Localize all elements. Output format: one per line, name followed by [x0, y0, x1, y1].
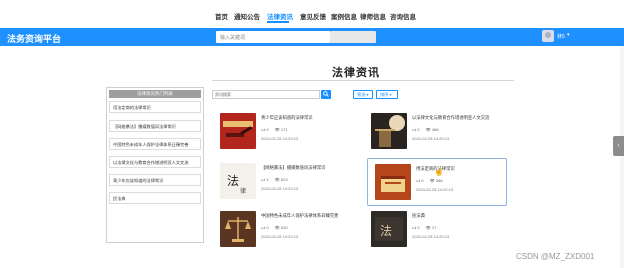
news-thumbnail[interactable]	[220, 211, 256, 247]
sidebar-item[interactable]: 青少年应该知道的法律常识	[109, 174, 201, 186]
news-thumbnail[interactable]	[371, 113, 407, 149]
news-card[interactable]: 中国特色未成年人保护法律体系日臻完善 👍︎ 0 👁︎ 510 2024-02-2…	[213, 206, 353, 254]
news-thumbnail[interactable]: 法	[371, 211, 407, 247]
sidebar-item[interactable]: 民法典	[109, 192, 201, 204]
news-card-date: 2024-02-28 14:20:13	[412, 136, 450, 141]
news-card[interactable]: 以法律文化与教育合作增进明亚人文交流 👍︎ 0 👁︎ 486 2024-02-2…	[364, 108, 504, 156]
like-count: 0	[421, 178, 424, 183]
news-thumbnail[interactable]	[375, 164, 411, 200]
svg-text:法: 法	[227, 174, 239, 188]
news-card-date: 2024-02-28 14:20:13	[261, 136, 299, 141]
nav-active-underline	[267, 21, 289, 23]
news-card-title[interactable]: 【网络暴法】播媒数值风法律常识	[261, 165, 325, 171]
sidebar-hot-list: 法律资讯热门列表 用法定商的法律常识 【网络暴法】播媒数值风法律常识 中国特色未…	[106, 87, 204, 243]
eye-icon: 👁︎	[425, 127, 431, 132]
news-card-date: 2024-02-28 14:20:13	[261, 186, 299, 191]
eye-icon: 👁︎	[425, 225, 431, 230]
like-icon: 👍︎	[416, 178, 421, 183]
news-card[interactable]: 法律 【网络暴法】播媒数值风法律常识 👍︎ 1 👁︎ 623 2024-02-2…	[213, 158, 353, 206]
eye-icon: 👁︎	[429, 178, 435, 183]
header-search-button[interactable]	[330, 31, 376, 43]
sidebar-item[interactable]: 以法律文化与教育合作增进明亚人文交流	[109, 156, 201, 168]
eye-icon: 👁︎	[274, 225, 280, 230]
like-count: 0	[417, 127, 420, 132]
news-card-date: 2024-02-28 14:20:13	[261, 234, 299, 239]
search-icon	[323, 91, 329, 97]
avatar[interactable]	[542, 30, 554, 42]
like-count: 0	[266, 127, 269, 132]
sidebar-item[interactable]: 中国特色未成年人保护法律体系日臻完善	[109, 138, 201, 150]
news-card[interactable]: 青少年应该知道的法律常识 👍︎ 0 👁︎ 171 2024-02-28 14:2…	[213, 108, 353, 156]
news-thumbnail[interactable]: 法律	[220, 163, 256, 199]
eye-icon: 👁︎	[274, 127, 280, 132]
title-divider	[212, 80, 514, 81]
sort-dropdown[interactable]: 排序 ▾	[376, 90, 398, 99]
nav-item-feedback[interactable]: 意见反馈	[300, 11, 326, 21]
news-card-date: 2024-02-28 14:20:13	[416, 187, 454, 192]
view-count: 510	[280, 225, 288, 230]
svg-text:律: 律	[240, 187, 246, 195]
like-icon: 👍︎	[261, 225, 266, 230]
sidebar-header: 法律资讯热门列表	[109, 90, 201, 98]
news-card-title[interactable]: 青少年应该知道的法律常识	[261, 115, 313, 121]
news-thumbnail[interactable]	[220, 113, 256, 149]
top-nav: 首页 通知公告 法律资讯 意见反馈 案例信息 律师信息 咨询信息	[0, 0, 624, 28]
nav-item-legal-news[interactable]: 法律资讯	[267, 11, 293, 21]
header-bar: 法务资询平台 输入关键词 林5 ▾	[0, 28, 624, 46]
view-count: 623	[280, 177, 288, 182]
user-name[interactable]: 林5	[557, 33, 565, 40]
header-search-input[interactable]: 输入关键词	[216, 31, 330, 43]
filter-dropdown[interactable]: 筛选 ▾	[353, 90, 373, 99]
watermark: CSDN @MZ_ZXD001	[516, 252, 595, 261]
like-count: 0	[417, 225, 420, 230]
nav-item-notices[interactable]: 通知公告	[234, 11, 260, 21]
brand-title[interactable]: 法务资询平台	[7, 32, 61, 45]
chevron-down-icon[interactable]: ▾	[567, 32, 570, 38]
hand-cursor-icon: ☝	[434, 167, 444, 176]
news-search-input[interactable]: 资讯搜索	[212, 90, 320, 99]
news-card-title[interactable]: 民法典	[412, 213, 425, 219]
eye-icon: 👁︎	[274, 177, 280, 182]
view-count: 486	[431, 127, 439, 132]
like-icon: 👍︎	[412, 127, 417, 132]
page-title: 法律资讯	[332, 67, 380, 79]
like-count: 1	[266, 177, 269, 182]
news-card-date: 2024-02-28 14:20:13	[412, 234, 450, 239]
nav-item-cases[interactable]: 案例信息	[331, 11, 357, 21]
news-card[interactable]: 用法定商的法律常识 👍︎ 0 👁︎ 366 2024-02-28 14:20:1…	[367, 158, 507, 206]
news-card-title[interactable]: 以法律文化与教育合作增进明亚人文交流	[412, 115, 489, 121]
side-collapse-tab[interactable]: ‹	[613, 136, 624, 156]
news-search-button[interactable]	[321, 90, 331, 99]
like-count: 0	[266, 225, 269, 230]
nav-item-consult[interactable]: 咨询信息	[390, 11, 416, 21]
nav-item-home[interactable]: 首页	[215, 11, 228, 21]
sidebar-item[interactable]: 【网络暴法】播媒数值风法律常识	[109, 120, 201, 132]
news-card-title[interactable]: 中国特色未成年人保护法律体系日臻完善	[261, 213, 338, 219]
svg-text:法: 法	[380, 224, 392, 238]
like-icon: 👍︎	[261, 127, 266, 132]
like-icon: 👍︎	[261, 177, 266, 182]
view-count: 17	[431, 225, 437, 230]
like-icon: 👍︎	[412, 225, 417, 230]
sidebar-item[interactable]: 用法定商的法律常识	[109, 101, 201, 113]
nav-item-lawyers[interactable]: 律师信息	[360, 11, 386, 21]
news-card[interactable]: 法 民法典 👍︎ 0 👁︎ 17 2024-02-28 14:20:13	[364, 206, 504, 254]
scrollbar[interactable]	[620, 46, 624, 268]
view-count: 171	[280, 127, 288, 132]
view-count: 366	[435, 178, 443, 183]
